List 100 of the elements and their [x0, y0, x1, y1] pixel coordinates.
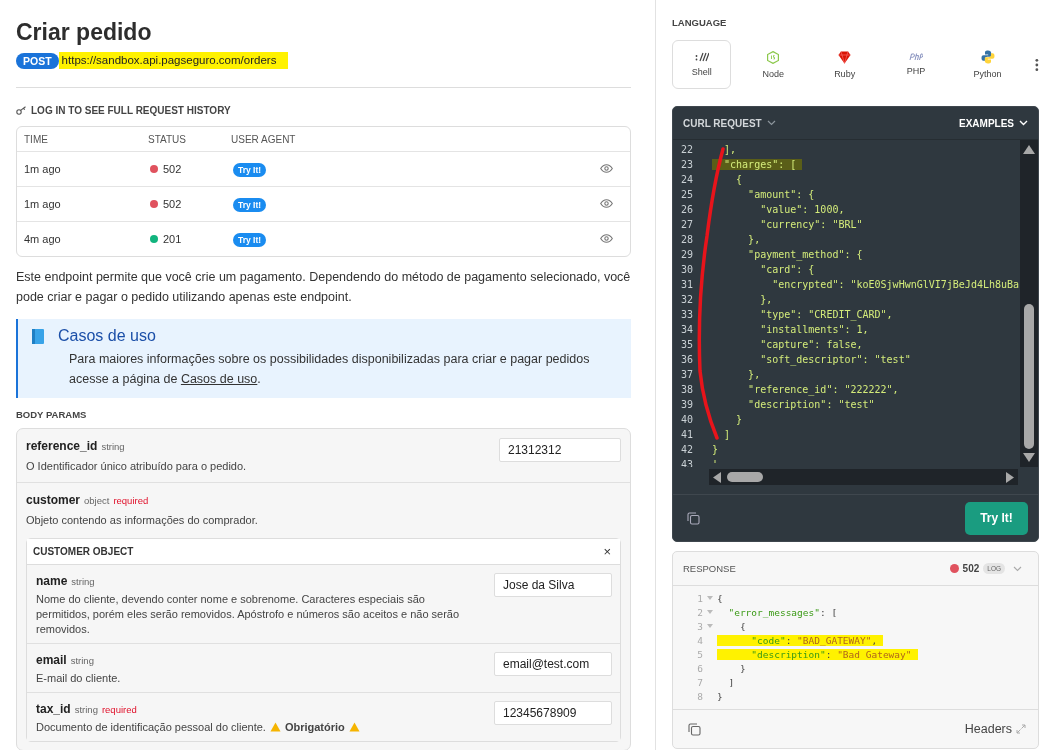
line-number: 6 [696, 662, 703, 674]
time-cell-text: 1m ago [24, 198, 62, 210]
language-tab[interactable]: Node [743, 40, 803, 89]
line-number: 23 [679, 159, 693, 170]
code-line: "reference_id": "222222", [747, 384, 899, 395]
more-icon[interactable] [1035, 57, 1039, 72]
code-line: }, [747, 369, 761, 380]
code-line: ], [723, 144, 737, 155]
line-number: 32 [679, 294, 693, 305]
horizontal-scrollbar[interactable] [709, 469, 1018, 485]
language-tab[interactable]: PHP [886, 40, 946, 89]
copy-icon[interactable] [687, 511, 700, 525]
line-number: 41 [679, 429, 693, 440]
eye-icon[interactable] [600, 234, 613, 243]
code-line: } [717, 690, 723, 702]
param-input[interactable]: email@test.com [494, 652, 612, 676]
python-logo-icon [980, 50, 995, 64]
param-input[interactable]: 12345678909 [494, 701, 612, 725]
language-tab[interactable]: Python [957, 40, 1018, 89]
line-number: 29 [679, 249, 693, 260]
column-header: STATUS [148, 133, 187, 145]
close-button[interactable]: × [603, 544, 611, 559]
hexagon-icon [767, 50, 780, 64]
line-number: 7 [696, 676, 703, 688]
code-line: ] [727, 676, 735, 688]
line-number: 31 [679, 279, 693, 290]
param-name: reference_id [26, 439, 98, 453]
column-header: TIME [24, 133, 49, 145]
user-agent-badge: Try It! [233, 198, 267, 212]
time-cell-text: 1m ago [24, 163, 62, 175]
line-number: 34 [679, 324, 693, 335]
scroll-left-icon[interactable] [713, 471, 721, 483]
eye-icon[interactable] [600, 164, 613, 173]
scroll-thumb[interactable] [727, 472, 763, 482]
copy-icon[interactable] [688, 722, 701, 736]
param-name: customer [26, 493, 81, 507]
warning-icon [348, 722, 360, 732]
param-name: name [36, 574, 68, 588]
line-number: 36 [679, 354, 693, 365]
code-line: "card": { [759, 264, 815, 275]
param-description: O Identificador único atribuído para o pedido. [26, 459, 247, 474]
callout-title: Casos de uso [58, 327, 156, 345]
scroll-right-icon[interactable] [1006, 471, 1014, 483]
endpoint-url: https://sandbox.api.pagseguro.com/orders [58, 52, 289, 69]
line-number: 24 [679, 174, 693, 185]
line-number: 38 [679, 384, 693, 395]
code-line: "type": "CREDIT_CARD", [759, 309, 893, 320]
line-number: 37 [679, 369, 693, 380]
code-line: { [738, 620, 746, 632]
history-heading: LOG IN TO SEE FULL REQUEST HISTORY [31, 105, 231, 116]
code-line: "encrypted": "koE0SjwHwnGlVI7jBeJd4Lh8uBa [771, 279, 1020, 290]
line-number: 30 [679, 264, 693, 275]
scroll-down-icon[interactable] [1023, 453, 1035, 462]
response-title: RESPONSE [683, 563, 736, 574]
code-line: }, [759, 294, 773, 305]
callout-text: Para maiores informações sobre os possibilidades disponibilizadas para criar e pagar pedidos acesse a página de Casos de uso. [69, 351, 591, 388]
vertical-scrollbar[interactable] [1020, 140, 1038, 467]
examples-dropdown[interactable]: EXAMPLES [959, 117, 1028, 129]
status-code: 502 [163, 163, 182, 175]
param-name: email [36, 653, 67, 667]
language-tab[interactable]: Shell [672, 40, 732, 89]
request-dropdown[interactable]: CURL REQUEST [683, 117, 776, 129]
line-number: 8 [696, 690, 703, 702]
code-line: ' [712, 459, 719, 467]
line-number: 1 [696, 592, 703, 604]
line-number: 3 [696, 620, 703, 632]
status-code: 502 [163, 198, 182, 210]
line-number: 33 [679, 309, 693, 320]
line-number: 26 [679, 204, 693, 215]
code-line: "amount": { [747, 189, 815, 200]
code-line: } [735, 414, 743, 425]
caret-icon [766, 120, 776, 126]
code-line: "payment_method": { [747, 249, 863, 260]
param-description: Nome do cliente, devendo conter nome e sobrenome. Caracteres especiais são permitidos, porém eles serão removidos. Apóstrofo e números são aceitos e não serão removidos. [36, 593, 460, 635]
code-line: "capture": false, [759, 339, 863, 350]
code-line: { [717, 592, 723, 604]
code-line: "error_messages": [ [727, 606, 838, 618]
line-number: 5 [696, 648, 703, 660]
param-input[interactable]: Jose da Silva [494, 573, 612, 597]
shell-icon [694, 52, 709, 62]
code-line: "currency": "BRL" [759, 219, 863, 230]
page-title: Criar pedido [16, 19, 153, 45]
eye-icon[interactable] [600, 199, 613, 208]
line-number: 42 [679, 444, 693, 455]
status-code: 201 [163, 233, 182, 245]
required-label: required [113, 495, 149, 506]
code-line: { [735, 174, 743, 185]
scroll-thumb[interactable] [1024, 304, 1034, 449]
expand-icon [1016, 724, 1026, 734]
param-input[interactable]: 21312312 [499, 438, 621, 462]
scroll-up-icon[interactable] [1023, 145, 1035, 154]
language-tab[interactable]: Ruby [814, 40, 875, 89]
line-number: 4 [696, 634, 703, 646]
line-number: 28 [679, 234, 693, 245]
status-code: 502 [962, 563, 980, 574]
param-name: tax_id [36, 702, 71, 716]
code-line: }, [747, 234, 761, 245]
headers-button[interactable]: Headers [964, 722, 1026, 736]
param-type: string [101, 441, 125, 452]
code-line: } [738, 662, 746, 674]
